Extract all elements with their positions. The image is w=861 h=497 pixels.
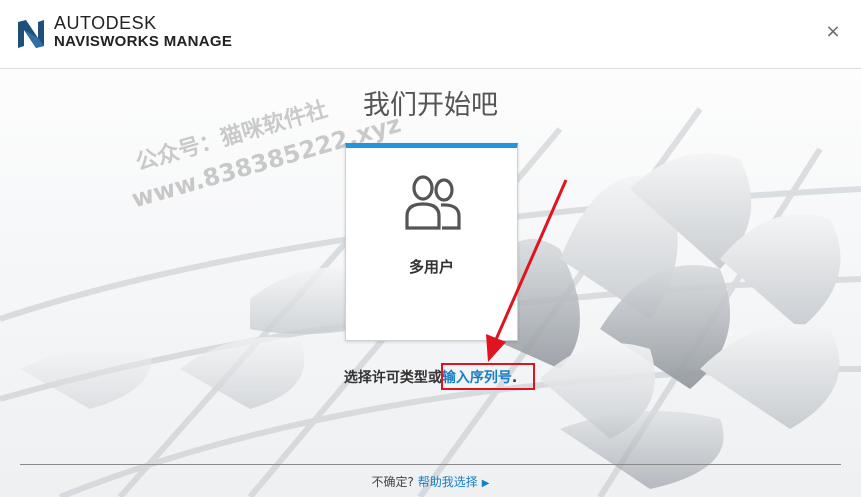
annotation-arrow-icon bbox=[486, 179, 568, 362]
page-title: 我们开始吧 bbox=[363, 90, 498, 121]
play-arrow-icon[interactable]: ▶ bbox=[482, 478, 490, 489]
unsure-text: 不确定? bbox=[371, 475, 414, 489]
prompt-text: 选择许可类型或 bbox=[343, 370, 442, 386]
users-icon bbox=[405, 175, 461, 230]
close-button[interactable]: × bbox=[823, 22, 843, 42]
help-me-choose-link[interactable]: 帮助我选择 bbox=[418, 475, 478, 489]
license-prompt: 选择许可类型或输入序列号. bbox=[0, 367, 861, 387]
annotation-highlight-box bbox=[441, 363, 535, 390]
navisworks-logo-icon bbox=[18, 20, 44, 48]
brand-product-name: NAVISWORKS MANAGE bbox=[54, 33, 233, 50]
dialog-header: AUTODESK NAVISWORKS MANAGE × bbox=[0, 0, 861, 69]
brand-autodesk: AUTODESK bbox=[54, 13, 157, 33]
footer-divider bbox=[20, 464, 841, 465]
footer: 不确定? 帮助我选择 ▶ bbox=[0, 473, 861, 490]
